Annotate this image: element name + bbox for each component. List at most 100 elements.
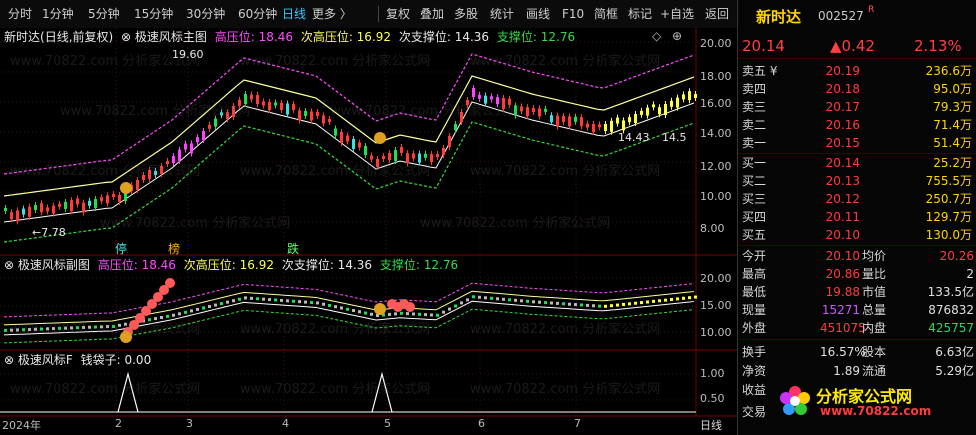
chart-diamond-icon[interactable]: ◇ bbox=[652, 29, 661, 43]
bid-price: 20.12 bbox=[825, 192, 860, 206]
sub-candle bbox=[628, 302, 631, 306]
second-high-pressure-label: 次高压位: 16.92 bbox=[183, 258, 274, 272]
indicator-menu-icon[interactable]: ⊗ bbox=[121, 30, 131, 44]
tab-1min[interactable]: 1分钟 bbox=[42, 0, 74, 28]
sub-candle bbox=[610, 304, 613, 308]
bid-volume: 130.0万 bbox=[925, 228, 972, 242]
sub-candle bbox=[520, 299, 523, 303]
simple-frame-button[interactable]: 简框 bbox=[594, 0, 618, 28]
sub-candle bbox=[352, 309, 355, 312]
bid-row[interactable]: 买一 20.14 25.2万 bbox=[738, 154, 976, 172]
tab-timeshare[interactable]: 分时 bbox=[8, 0, 32, 28]
restore-rights-button[interactable]: 复权 bbox=[386, 0, 410, 28]
overlay-button[interactable]: 叠加 bbox=[420, 0, 444, 28]
x-tick: 6 bbox=[478, 417, 485, 430]
add-watchlist-button[interactable]: +自选 bbox=[660, 0, 694, 28]
mark-button[interactable]: 标记 bbox=[628, 0, 652, 28]
x-tick: 2 bbox=[115, 417, 122, 430]
stat-label: 股本 bbox=[862, 345, 887, 359]
sub-candle bbox=[448, 307, 451, 311]
period-label[interactable]: 日线 bbox=[700, 417, 722, 433]
f10-button[interactable]: F10 bbox=[562, 0, 584, 28]
candle-body bbox=[274, 102, 277, 106]
stat-value: 1.89 bbox=[833, 364, 860, 378]
tab-60min[interactable]: 60分钟 bbox=[238, 0, 277, 28]
y-tick: 15.00 bbox=[700, 299, 732, 312]
ask-row[interactable]: 卖二 20.16 71.4万 bbox=[738, 116, 976, 134]
sub-candle bbox=[304, 300, 307, 304]
candle-body bbox=[622, 120, 625, 131]
watermark: www.70822.com 分析家公式网 bbox=[240, 322, 431, 337]
high-pressure-label: 高压位: 18.46 bbox=[97, 258, 176, 272]
price-change-pct: 2.13% bbox=[914, 37, 962, 55]
tab-daily[interactable]: 日线 bbox=[282, 0, 306, 28]
sub-candle bbox=[322, 302, 325, 306]
candle-body bbox=[112, 194, 115, 197]
stat-label: 量比 bbox=[862, 267, 887, 281]
watermark: www.70822.com 分析家公式网 bbox=[10, 164, 201, 179]
ask-row[interactable]: 卖三 20.17 79.3万 bbox=[738, 98, 976, 116]
watermark: www.70822.com 分析家公式网 bbox=[470, 382, 661, 397]
candle-body bbox=[76, 198, 79, 205]
sub-candle bbox=[472, 295, 475, 299]
chart-pin-icon[interactable]: ⊕ bbox=[672, 29, 682, 43]
y-tick: 18.00 bbox=[700, 70, 732, 83]
stat-value: 876832 bbox=[928, 303, 974, 317]
second-support-label: 次支撑位: 14.36 bbox=[281, 258, 373, 272]
bid-row[interactable]: 买四 20.11 129.7万 bbox=[738, 208, 976, 226]
sub-candle bbox=[334, 305, 337, 309]
y-tick: 20.00 bbox=[700, 272, 732, 285]
flower-logo-icon bbox=[780, 386, 810, 415]
bid-label: 买一 bbox=[742, 156, 767, 170]
stat-row: 最高 20.86 量比 2 bbox=[738, 265, 976, 283]
ask-row[interactable]: 卖四 20.18 95.0万 bbox=[738, 80, 976, 98]
draw-line-button[interactable]: 画线 bbox=[526, 0, 550, 28]
sub-candle bbox=[298, 300, 301, 304]
bid-row[interactable]: 买三 20.12 250.7万 bbox=[738, 190, 976, 208]
candle-body bbox=[208, 124, 211, 129]
candle-body bbox=[574, 116, 577, 122]
stat-value: 16.57% bbox=[820, 345, 866, 359]
sub-candle bbox=[682, 296, 685, 300]
indicator-menu-icon[interactable]: ⊗ bbox=[4, 353, 14, 367]
tab-30min[interactable]: 30分钟 bbox=[186, 0, 225, 28]
stock-name: 新时达 bbox=[4, 30, 41, 44]
candle-body bbox=[370, 155, 373, 160]
sub-candle bbox=[196, 307, 199, 311]
quote-stock-code: 002527 bbox=[818, 9, 864, 23]
kline-chart-area[interactable] bbox=[0, 28, 737, 435]
back-button[interactable]: 返回 bbox=[705, 0, 729, 28]
sub-candle bbox=[496, 297, 499, 301]
sub-candle bbox=[640, 301, 643, 305]
tab-more[interactable]: 更多 〉 bbox=[312, 0, 352, 28]
candle-body bbox=[322, 115, 325, 124]
indicator-menu-icon[interactable]: ⊗ bbox=[4, 258, 14, 272]
candle-body bbox=[22, 208, 25, 215]
sub-candle bbox=[562, 302, 565, 306]
sub-candle bbox=[394, 312, 397, 316]
price-annotation: 14.5 bbox=[662, 131, 687, 144]
sub-candle bbox=[442, 310, 445, 314]
x-tick: 5 bbox=[384, 417, 391, 430]
money-bag-icon bbox=[374, 132, 386, 144]
f-chart-title: ⊗ 极速风标F 钱袋子: 0.00 bbox=[4, 352, 151, 368]
f-indicator-name[interactable]: 极速风标F bbox=[18, 353, 73, 367]
ask-volume: 79.3万 bbox=[933, 100, 972, 114]
tab-5min[interactable]: 5分钟 bbox=[88, 0, 120, 28]
bid-row[interactable]: 买五 20.10 130.0万 bbox=[738, 226, 976, 244]
y-tick: 8.00 bbox=[700, 222, 725, 235]
main-indicator-name[interactable]: 极速风标主图 bbox=[135, 30, 207, 44]
sub-indicator-name[interactable]: 极速风标副图 bbox=[18, 258, 90, 272]
bid-row[interactable]: 买二 20.13 755.5万 bbox=[738, 172, 976, 190]
stat-row: 最低 19.88 市值 133.5亿 bbox=[738, 283, 976, 301]
statistics-button[interactable]: 统计 bbox=[490, 0, 514, 28]
ask-row[interactable]: 卖一 20.15 51.4万 bbox=[738, 134, 976, 152]
stat-label: 今开 bbox=[742, 249, 767, 263]
multi-stock-button[interactable]: 多股 bbox=[454, 0, 478, 28]
candle-body bbox=[472, 88, 475, 97]
bid-volume: 129.7万 bbox=[925, 210, 972, 224]
ask-row[interactable]: 卖五 ¥ 20.19 236.6万 bbox=[738, 62, 976, 80]
y-tick: 12.00 bbox=[700, 160, 732, 173]
tab-15min[interactable]: 15分钟 bbox=[134, 0, 173, 28]
watermark: www.70822.com 分析家公式网 bbox=[470, 54, 661, 69]
